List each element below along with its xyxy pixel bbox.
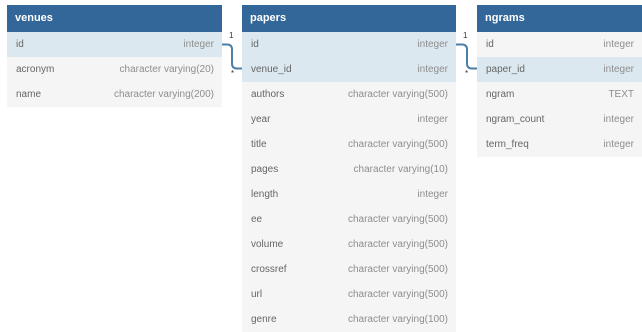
column-type: integer [417,189,448,200]
column-name: url [251,289,263,300]
table-header: venues [7,5,222,32]
column-name: ee [251,214,263,225]
column-name: year [251,114,271,125]
column-name: title [251,139,267,150]
column-type: character varying(500) [347,214,448,225]
column-name: id [251,39,259,50]
column-name: pages [251,164,279,175]
column-type: character varying(10) [353,164,448,175]
column-type: character varying(500) [347,289,448,300]
column-type: character varying(500) [347,264,448,275]
column-name: term_freq [486,139,529,150]
table-ngrams: ngrams id integer paper_id integer ngram… [477,5,642,157]
column-row: acronym character varying(20) [7,57,222,82]
column-name: paper_id [486,64,525,75]
column-row: pages character varying(10) [242,157,456,182]
relationship-venues-papers [222,43,242,70]
column-row: year integer [242,107,456,132]
column-name: id [16,39,24,50]
column-type: character varying(20) [119,64,214,75]
column-name: volume [251,239,284,250]
column-row: url character varying(500) [242,282,456,307]
column-row: id integer [242,32,456,57]
column-type: integer [603,114,634,125]
cardinality-one-label: 1 [229,31,234,40]
table-venues: venues id integer acronym character vary… [7,5,222,107]
column-row: ngram_count integer [477,107,642,132]
column-name: name [16,89,42,100]
column-name: authors [251,89,285,100]
column-type: character varying(500) [347,239,448,250]
column-type: TEXT [608,89,634,100]
cardinality-one-label: 1 [463,31,468,40]
table-header: ngrams [477,5,642,32]
column-row: term_freq integer [477,132,642,157]
column-row: ee character varying(500) [242,207,456,232]
column-name: venue_id [251,64,292,75]
column-name: ngram_count [486,114,545,125]
column-type: character varying(500) [347,89,448,100]
column-row: volume character varying(500) [242,232,456,257]
column-name: ngram [486,89,515,100]
column-name: id [486,39,494,50]
column-type: integer [603,64,634,75]
column-type: character varying(100) [347,314,448,325]
column-name: genre [251,314,277,325]
column-type: character varying(500) [347,139,448,150]
column-row: crossref character varying(500) [242,257,456,282]
column-type: integer [603,139,634,150]
column-row: authors character varying(500) [242,82,456,107]
column-type: integer [417,39,448,50]
column-name: length [251,189,279,200]
cardinality-many-label: * [231,69,235,78]
column-type: integer [603,39,634,50]
column-type: character varying(200) [113,89,214,100]
column-name: acronym [16,64,55,75]
column-row: venue_id integer [242,57,456,82]
column-row: ngram TEXT [477,82,642,107]
column-name: crossref [251,264,287,275]
column-row: genre character varying(100) [242,307,456,332]
relationship-papers-ngrams [456,43,477,70]
column-type: integer [417,64,448,75]
column-row: id integer [477,32,642,57]
table-papers: papers id integer venue_id integer autho… [242,5,456,332]
table-header: papers [242,5,456,32]
column-row: title character varying(500) [242,132,456,157]
column-type: integer [183,39,214,50]
column-row: paper_id integer [477,57,642,82]
column-type: integer [417,114,448,125]
column-row: length integer [242,182,456,207]
column-row: name character varying(200) [7,82,222,107]
column-row: id integer [7,32,222,57]
cardinality-many-label: * [465,69,469,78]
